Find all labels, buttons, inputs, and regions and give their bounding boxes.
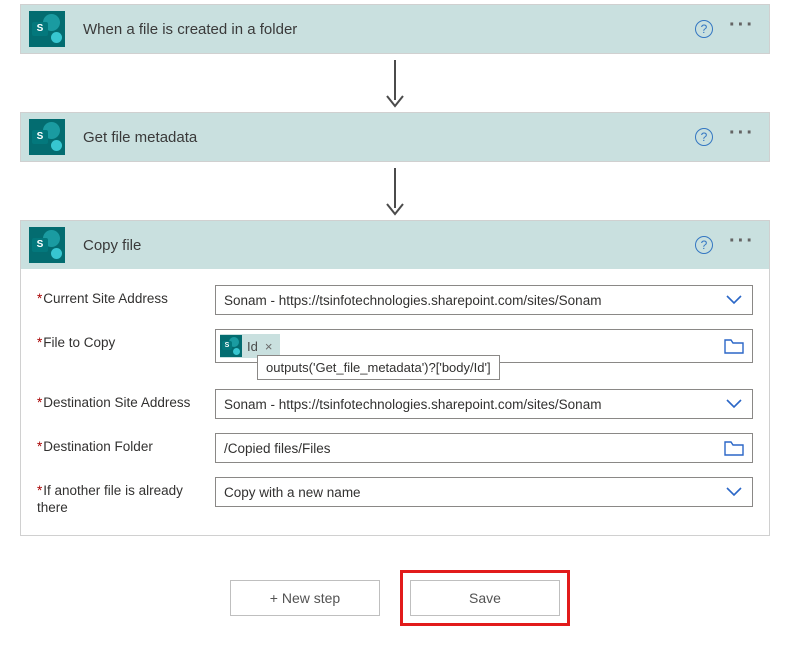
chevron-down-icon[interactable] xyxy=(716,390,752,418)
step-body-copy-file: *Current Site Address Sonam - https://ts… xyxy=(21,269,769,535)
token-tooltip: outputs('Get_file_metadata')?['body/Id'] xyxy=(257,355,500,380)
current-site-select[interactable]: Sonam - https://tsinfotechnologies.share… xyxy=(215,285,753,315)
if-exists-value: Copy with a new name xyxy=(224,485,716,500)
row-if-exists: *If another file is already there Copy w… xyxy=(37,477,753,517)
folder-picker-icon[interactable] xyxy=(716,434,752,462)
step-header-copy-file[interactable]: S Copy file ? ··· xyxy=(21,221,769,269)
chevron-down-icon[interactable] xyxy=(716,286,752,314)
dest-site-value: Sonam - https://tsinfotechnologies.share… xyxy=(224,397,716,412)
row-file-to-copy: *File to Copy S Id × outputs('Get_file_m… xyxy=(37,329,753,363)
label-dest-site: *Destination Site Address xyxy=(37,389,215,412)
connector-arrow xyxy=(4,162,786,220)
label-dest-folder: *Destination Folder xyxy=(37,433,215,456)
connector-arrow xyxy=(4,54,786,112)
token-label: Id xyxy=(247,339,258,354)
help-icon[interactable]: ? xyxy=(695,20,713,38)
more-menu-icon[interactable]: ··· xyxy=(727,128,761,146)
step-header-get-metadata[interactable]: S Get file metadata ? ··· xyxy=(21,113,769,161)
dest-site-select[interactable]: Sonam - https://tsinfotechnologies.share… xyxy=(215,389,753,419)
current-site-value: Sonam - https://tsinfotechnologies.share… xyxy=(224,293,716,308)
row-dest-folder: *Destination Folder /Copied files/Files xyxy=(37,433,753,463)
step-card-get-metadata: S Get file metadata ? ··· xyxy=(20,112,770,162)
help-icon[interactable]: ? xyxy=(695,128,713,146)
row-current-site: *Current Site Address Sonam - https://ts… xyxy=(37,285,753,315)
sharepoint-icon: S xyxy=(29,11,65,47)
more-menu-icon[interactable]: ··· xyxy=(727,20,761,38)
step-title: Copy file xyxy=(65,237,695,254)
sharepoint-icon: S xyxy=(29,119,65,155)
footer-actions: + New step Save xyxy=(4,580,786,616)
label-file-to-copy: *File to Copy xyxy=(37,329,215,352)
sharepoint-icon: S xyxy=(29,227,65,263)
more-menu-icon[interactable]: ··· xyxy=(727,236,761,254)
help-icon[interactable]: ? xyxy=(695,236,713,254)
step-header-trigger[interactable]: S When a file is created in a folder ? ·… xyxy=(21,5,769,53)
save-button[interactable]: Save xyxy=(410,580,560,616)
folder-picker-icon[interactable] xyxy=(716,332,752,360)
sharepoint-icon: S xyxy=(220,335,242,357)
step-title: When a file is created in a folder xyxy=(65,21,695,38)
step-title: Get file metadata xyxy=(65,129,695,146)
label-if-exists: *If another file is already there xyxy=(37,477,215,517)
step-card-trigger: S When a file is created in a folder ? ·… xyxy=(20,4,770,54)
if-exists-select[interactable]: Copy with a new name xyxy=(215,477,753,507)
chevron-down-icon[interactable] xyxy=(716,478,752,506)
dest-folder-input[interactable]: /Copied files/Files xyxy=(215,433,753,463)
token-remove-icon[interactable]: × xyxy=(263,339,275,354)
row-dest-site: *Destination Site Address Sonam - https:… xyxy=(37,389,753,419)
dest-folder-value: /Copied files/Files xyxy=(224,441,716,456)
step-card-copy-file: S Copy file ? ··· *Current Site Address … xyxy=(20,220,770,536)
new-step-button[interactable]: + New step xyxy=(230,580,380,616)
label-current-site: *Current Site Address xyxy=(37,285,215,308)
